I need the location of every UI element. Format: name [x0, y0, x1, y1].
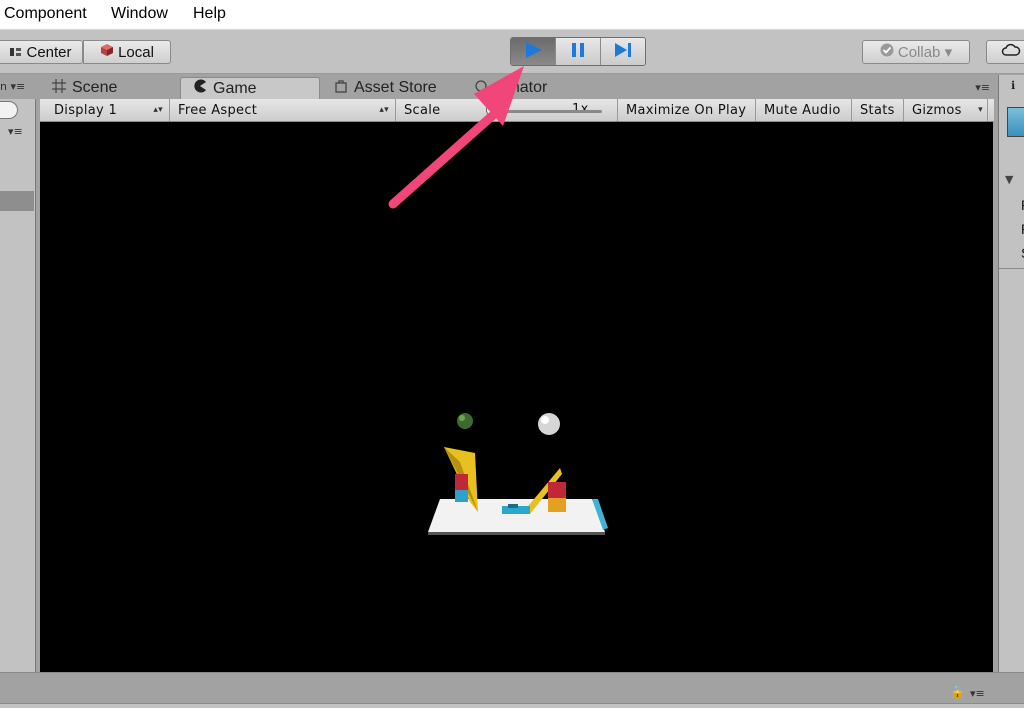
bottom-panel-strip: 🔒 ▾≡	[0, 672, 1024, 708]
collab-button[interactable]: Collab ▾	[862, 40, 970, 64]
tab-animator[interactable]: nimator	[462, 77, 602, 99]
tab-menu-icon[interactable]: ▾≡	[975, 81, 990, 94]
cloud-icon	[1001, 43, 1021, 61]
maximize-on-play-toggle[interactable]: Maximize On Play	[618, 99, 756, 121]
tab-game-label: Game	[213, 79, 257, 97]
gizmos-toggle[interactable]: Gizmos ▾	[904, 99, 988, 121]
view-tabs: n ▾≡ Scene Game Asset Store nimator ▾≡	[0, 75, 994, 99]
mute-audio-toggle[interactable]: Mute Audio	[756, 99, 852, 121]
step-button[interactable]	[601, 38, 645, 65]
menu-component[interactable]: Component	[4, 5, 87, 23]
pause-button[interactable]	[556, 38, 601, 65]
menu-help[interactable]: Help	[193, 5, 226, 23]
pivot-icon	[10, 44, 22, 61]
aspect-dropdown[interactable]: Free Aspect ▴▾	[170, 99, 396, 121]
dropdown-arrow-icon: ▴▾	[379, 105, 389, 115]
gizmos-label: Gizmos	[912, 102, 962, 118]
pivot-label: Center	[26, 43, 72, 61]
cube-icon	[100, 43, 114, 61]
lock-icon[interactable]: 🔒	[950, 685, 965, 699]
tab-asset-store-label: Asset Store	[354, 79, 437, 96]
playback-controls	[510, 37, 646, 66]
menu-bar: Component Window Help	[0, 0, 1024, 30]
tab-asset-store[interactable]: Asset Store	[322, 77, 462, 99]
aspect-label: Free Aspect	[178, 102, 258, 118]
ground-plane	[428, 499, 605, 532]
tab-animator-label: nimator	[494, 79, 548, 96]
scale-slider-track[interactable]	[500, 110, 602, 113]
mute-label: Mute Audio	[764, 102, 841, 118]
inspector-panel: ℹ ▼ P P S	[998, 75, 1024, 672]
pause-icon	[569, 41, 587, 63]
bottom-menu-icon[interactable]: ▾≡	[970, 687, 985, 700]
gizmos-dropdown-icon[interactable]: ▾	[978, 105, 983, 115]
stats-toggle[interactable]: Stats	[852, 99, 904, 121]
tab-scene-label: Scene	[72, 79, 118, 96]
dropdown-arrow-icon: ▴▾	[153, 105, 163, 115]
play-icon	[522, 40, 544, 64]
pivot-center-toggle[interactable]: Center	[0, 40, 83, 64]
step-icon	[612, 41, 634, 63]
object-preview-icon	[1007, 107, 1024, 137]
hierarchy-menu-icon[interactable]: ▾≡	[8, 125, 23, 138]
maximize-label: Maximize On Play	[626, 102, 747, 118]
scale-slider-handle[interactable]	[486, 103, 500, 117]
animator-icon	[474, 79, 488, 98]
collapse-arrow-icon[interactable]: ▼	[1005, 173, 1013, 186]
left-panel-menu-icon[interactable]: n ▾≡	[0, 80, 25, 93]
collab-label: Collab ▾	[897, 44, 953, 61]
menu-window[interactable]: Window	[111, 5, 168, 23]
tab-scene[interactable]: Scene	[40, 77, 170, 99]
hierarchy-selected-row[interactable]	[0, 191, 34, 211]
game-scene-render	[428, 413, 608, 535]
rotation-label: Local	[118, 43, 154, 61]
play-button[interactable]	[511, 38, 556, 65]
tab-game[interactable]: Game	[180, 77, 320, 99]
white-sphere	[538, 413, 560, 435]
bag-icon	[334, 79, 348, 98]
red-orange-block	[548, 482, 566, 498]
stats-label: Stats	[860, 102, 895, 118]
checkmark-icon	[880, 43, 894, 61]
rotation-local-toggle[interactable]: Local	[83, 40, 171, 64]
display-dropdown[interactable]: Display 1 ▴▾	[46, 99, 170, 121]
cloud-button[interactable]	[986, 40, 1024, 64]
game-view-toolbar: Display 1 ▴▾ Free Aspect ▴▾ Scale 1x Max…	[40, 99, 994, 122]
display-label: Display 1	[54, 102, 118, 118]
grid-icon	[52, 78, 66, 98]
red-block	[455, 474, 468, 490]
game-viewport[interactable]	[40, 122, 993, 672]
pacman-icon	[193, 79, 207, 98]
scale-label: Scale	[404, 102, 441, 118]
hierarchy-panel: ▾≡	[0, 75, 36, 672]
info-icon: ℹ	[1011, 79, 1016, 92]
unity-editor-window: Component Window Help Center Local Colla…	[0, 0, 1024, 708]
main-toolbar: Center Local Collab ▾	[0, 30, 1024, 74]
green-sphere	[457, 413, 473, 429]
hierarchy-search-field[interactable]	[0, 101, 18, 119]
